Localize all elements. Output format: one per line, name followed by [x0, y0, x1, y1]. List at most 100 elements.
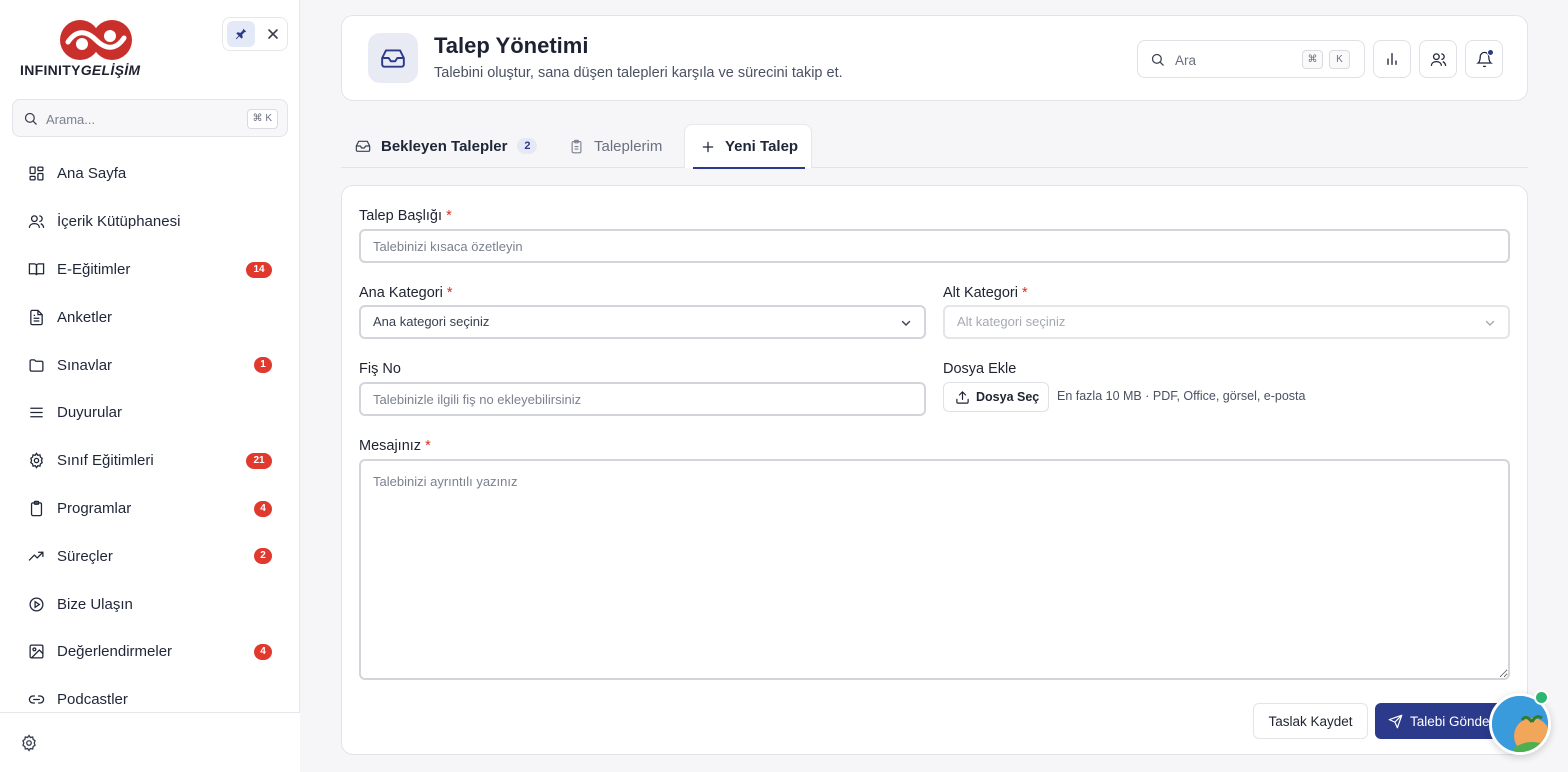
request-title-input[interactable] [359, 229, 1510, 263]
play-circle-icon [27, 595, 45, 613]
count-badge: 14 [246, 261, 272, 278]
receipt-field-label: Fiş No [359, 361, 401, 377]
submit-label: Talebi Gönder [1410, 713, 1495, 729]
pin-button[interactable] [227, 21, 255, 47]
sidebar-item-sinif-egitimleri[interactable]: Sınıf Eğitimleri 21 [14, 437, 286, 485]
message-field-label: Mesajınız * [359, 438, 431, 454]
count-badge: 21 [246, 452, 272, 469]
sidebar-item-ana-sayfa[interactable]: Ana Sayfa [14, 150, 286, 198]
tab-bekleyen-talepler[interactable]: Bekleyen Talepler 2 [355, 124, 538, 168]
link-icon [27, 691, 45, 709]
sidebar-item-label: Anketler [57, 308, 113, 326]
notifications-button[interactable] [1465, 40, 1503, 78]
tab-label: Yeni Talep [725, 138, 799, 155]
request-tabs: Bekleyen Talepler 2 Taleplerim Yeni Tale… [341, 124, 1528, 169]
grid-icon [27, 165, 45, 183]
category-field-label: Ana Kategori * [359, 285, 453, 301]
file-field-label: Dosya Ekle [943, 361, 1017, 377]
receipt-number-input[interactable] [359, 382, 926, 416]
shortcut-key-k: K [1329, 50, 1350, 69]
sidebar-item-label: Değerlendirmeler [57, 643, 173, 661]
sidebar-item-programlar[interactable]: Programlar 4 [14, 485, 286, 533]
folder-icon [27, 356, 45, 374]
sidebar-search-input[interactable] [46, 109, 246, 129]
online-status-dot [1534, 690, 1549, 705]
inbox-icon [368, 33, 418, 83]
count-badge: 2 [254, 548, 272, 565]
tab-label: Taleplerim [594, 137, 663, 155]
header-search-input[interactable] [1175, 50, 1285, 70]
title-field-label: Talep Başlığı * [359, 208, 452, 224]
tab-taleplerim[interactable]: Taleplerim [569, 124, 662, 168]
category-select-value: Ana kategori seçiniz [373, 314, 490, 329]
page-header: Talep Yönetimi Talebini oluştur, sana dü… [341, 15, 1528, 101]
active-tab-indicator [693, 167, 805, 169]
sidebar-item-label: Duyurular [57, 404, 123, 422]
sidebar-footer [0, 712, 300, 772]
brand-logo[interactable]: INFINITYGELİŞİM [20, 18, 150, 82]
sidebar-item-icerik-kutuphanesi[interactable]: İçerik Kütüphanesi [14, 198, 286, 246]
page-subtitle: Talebini oluştur, sana düşen talepleri k… [434, 65, 843, 81]
clipboard-icon [27, 499, 45, 517]
users-icon [1430, 52, 1446, 66]
sidebar: INFINITYGELİŞİM ⌘ K Ana Sayfa İçerik Küt… [0, 0, 300, 772]
sidebar-item-label: Programlar [57, 499, 132, 517]
sidebar-item-label: E-Eğitimler [57, 260, 131, 278]
chevron-down-icon [901, 320, 911, 326]
sidebar-item-surecler[interactable]: Süreçler 2 [14, 532, 286, 580]
file-text-icon [27, 308, 45, 326]
close-sidebar-button[interactable] [261, 21, 285, 47]
sidebar-item-label: Bize Ulaşın [57, 595, 133, 613]
search-icon [1151, 53, 1164, 66]
category-select[interactable]: Ana kategori seçiniz [359, 305, 926, 339]
settings-gear-icon[interactable] [20, 734, 38, 752]
tab-label: Bekleyen Talepler [381, 137, 508, 155]
header-search: ⌘ K [1137, 40, 1365, 78]
inbox-icon [355, 140, 371, 152]
count-badge: 1 [254, 357, 272, 374]
clipboard-icon [571, 139, 582, 153]
shortcut-key-cmd: ⌘ [1302, 50, 1323, 69]
sidebar-item-sinavlar[interactable]: Sınavlar 1 [14, 341, 286, 389]
notification-dot [1487, 49, 1494, 56]
plus-icon [702, 141, 714, 152]
sidebar-item-label: İçerik Kütüphanesi [57, 213, 181, 231]
image-icon [27, 643, 45, 661]
count-badge: 4 [254, 500, 272, 517]
menu-icon [27, 404, 45, 422]
team-button[interactable] [1419, 40, 1457, 78]
pin-icon [235, 28, 247, 40]
gear-icon [27, 452, 45, 470]
subcategory-select-value: Alt kategori seçiniz [957, 314, 1066, 329]
subcategory-select[interactable]: Alt kategori seçiniz [943, 305, 1510, 339]
stats-button[interactable] [1373, 40, 1411, 78]
sidebar-item-bize-ulasin[interactable]: Bize Ulaşın [14, 580, 286, 628]
tab-yeni-talep[interactable]: Yeni Talep [684, 124, 812, 169]
choose-file-button[interactable]: Dosya Seç [943, 382, 1049, 412]
sidebar-item-label: Sınıf Eğitimleri [57, 452, 154, 470]
infinity-logo-icon [60, 20, 132, 60]
close-icon [268, 29, 278, 39]
save-draft-button[interactable]: Taslak Kaydet [1253, 703, 1368, 739]
send-icon [1388, 714, 1403, 728]
message-textarea[interactable] [359, 459, 1510, 680]
sidebar-item-label: Sınavlar [57, 356, 113, 374]
users-icon [27, 213, 45, 231]
search-shortcut-hint: ⌘ K [246, 109, 278, 129]
brand-name: INFINITYGELİŞİM [20, 62, 141, 78]
sidebar-item-label: Podcastler [57, 691, 128, 709]
upload-icon [956, 390, 969, 404]
trending-up-icon [27, 547, 45, 565]
sidebar-item-e-egitimler[interactable]: E-Eğitimler 14 [14, 246, 286, 294]
subcategory-field-label: Alt Kategori * [943, 285, 1028, 301]
sidebar-item-label: Ana Sayfa [57, 165, 127, 183]
sidebar-item-anketler[interactable]: Anketler [14, 293, 286, 341]
bar-chart-icon [1387, 53, 1397, 65]
sidebar-search: ⌘ K [12, 99, 288, 137]
sidebar-item-degerlendirmeler[interactable]: Değerlendirmeler 4 [14, 628, 286, 676]
tab-count-badge: 2 [517, 138, 538, 154]
page-title: Talep Yönetimi [434, 33, 589, 58]
sidebar-item-duyurular[interactable]: Duyurular [14, 389, 286, 437]
choose-file-label: Dosya Seç [976, 390, 1040, 404]
file-size-hint: En fazla 10 MB · PDF, Office, görsel, e-… [1057, 389, 1306, 403]
